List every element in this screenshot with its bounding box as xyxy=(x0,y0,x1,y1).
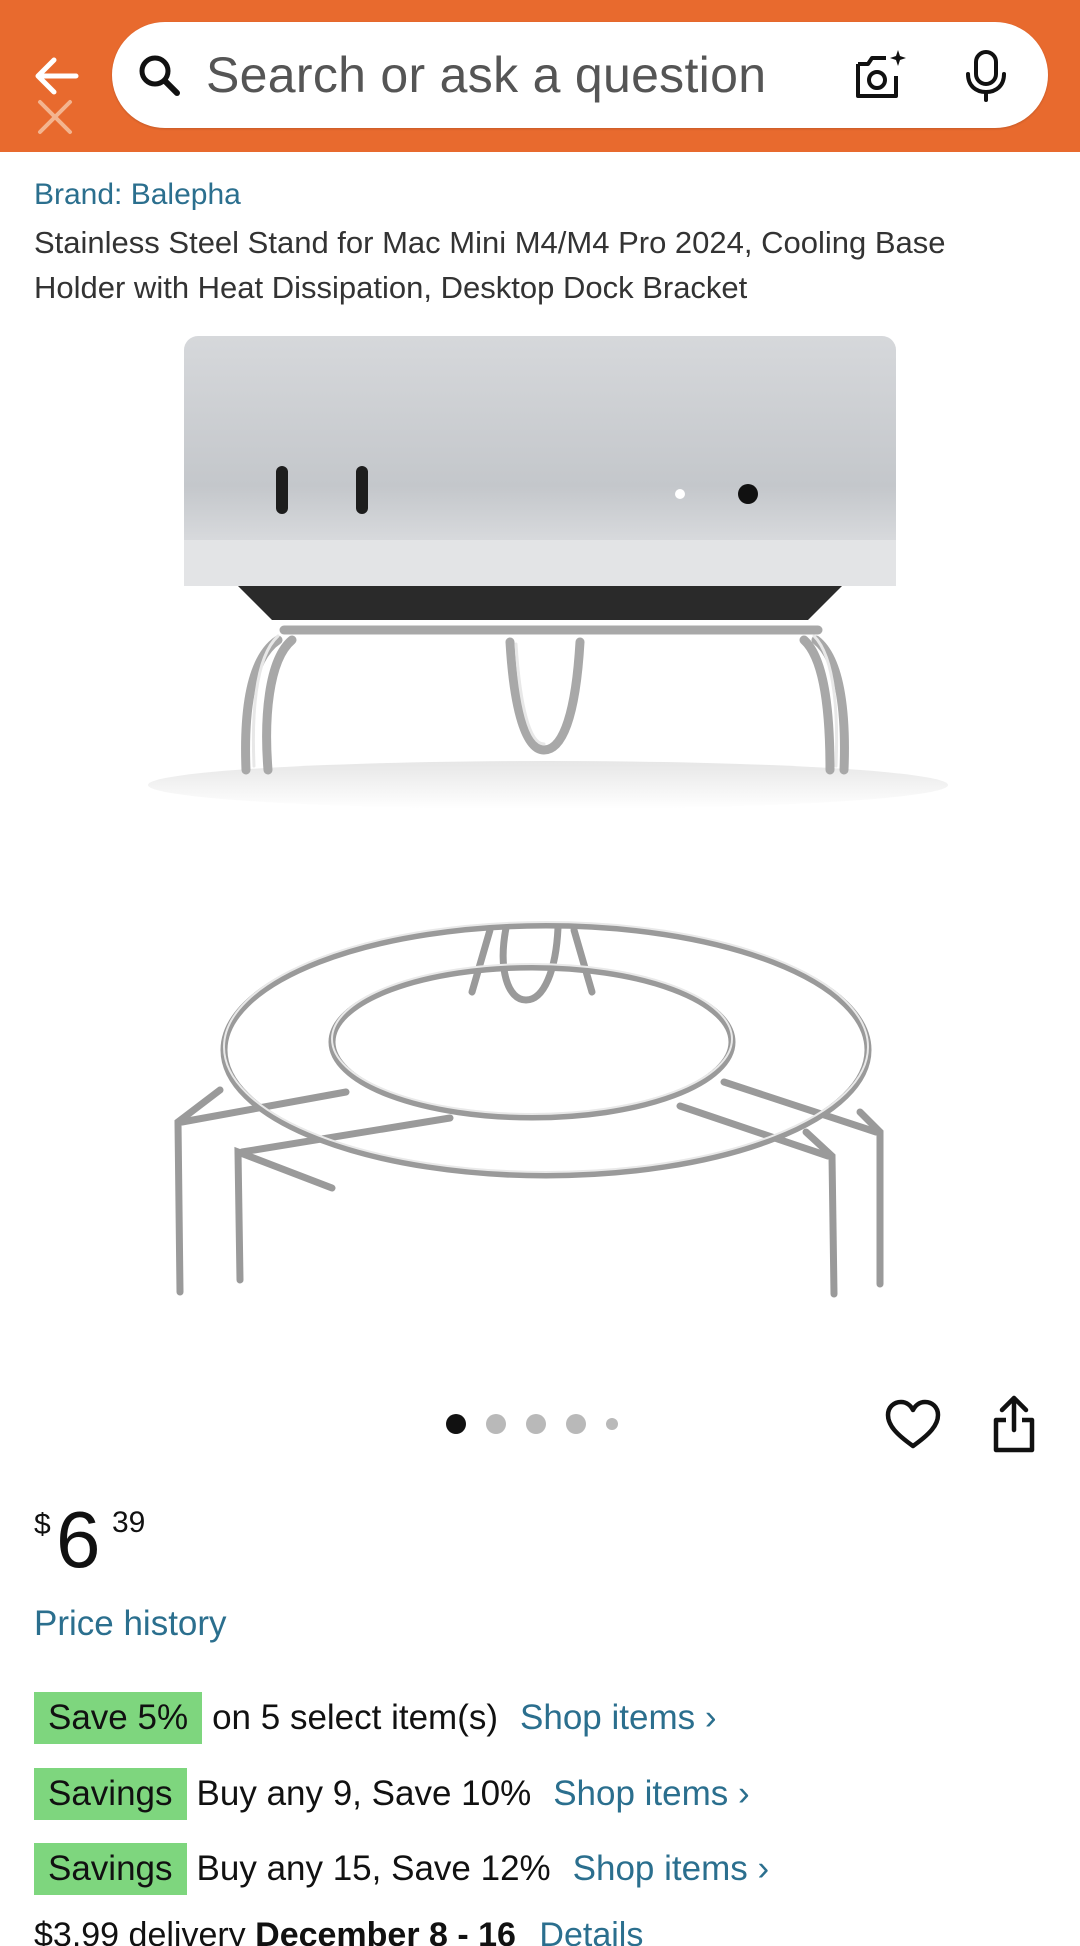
price-symbol: $ xyxy=(34,1508,51,1541)
price-whole: 6 xyxy=(56,1495,101,1584)
heart-icon[interactable] xyxy=(884,1396,942,1454)
top-bar: Search or ask a question xyxy=(0,0,1080,152)
savings-badge: Savings xyxy=(34,1768,187,1820)
product-title: Stainless Steel Stand for Mac Mini M4/M4… xyxy=(34,225,946,305)
savings-row: Save 5% on 5 select item(s) Shop items › xyxy=(34,1692,717,1744)
price-fraction: 39 xyxy=(112,1506,146,1539)
microphone-icon[interactable] xyxy=(964,48,1008,104)
shop-items-link[interactable]: Shop items › xyxy=(553,1774,749,1814)
product-image-secondary xyxy=(174,921,884,1298)
pager-dot-3[interactable] xyxy=(526,1414,546,1434)
savings-text: Buy any 9, Save 10% xyxy=(196,1774,532,1813)
back-arrow-icon[interactable] xyxy=(28,50,84,140)
delivery-details-link[interactable]: Details xyxy=(539,1916,643,1946)
search-icon xyxy=(139,55,180,96)
pager-dot-5[interactable] xyxy=(606,1418,618,1430)
savings-badge: Save 5% xyxy=(34,1692,203,1744)
delivery-info: $3.99 delivery December 8 - 16 Details xyxy=(34,1916,643,1946)
savings-badge: Savings xyxy=(34,1843,187,1895)
image-pager[interactable] xyxy=(446,1412,618,1436)
search-bar[interactable]: Search or ask a question xyxy=(112,22,1048,128)
price-history-link[interactable]: Price history xyxy=(34,1604,227,1644)
shop-items-link[interactable]: Shop items › xyxy=(520,1698,716,1738)
delivery-cost: $3.99 delivery xyxy=(34,1916,246,1946)
savings-text: Buy any 15, Save 12% xyxy=(196,1849,551,1888)
pager-dot-4[interactable] xyxy=(566,1414,586,1434)
pager-dot-2[interactable] xyxy=(486,1414,506,1434)
search-input[interactable]: Search or ask a question xyxy=(206,46,766,104)
product-image[interactable] xyxy=(128,330,958,820)
camera-icon[interactable] xyxy=(852,48,908,104)
delivery-date: December 8 - 16 xyxy=(255,1916,516,1946)
savings-row: Savings Buy any 15, Save 12% Shop items … xyxy=(34,1843,769,1895)
shop-items-link[interactable]: Shop items › xyxy=(573,1849,769,1889)
savings-row: Savings Buy any 9, Save 10% Shop items › xyxy=(34,1768,750,1820)
pager-dot-1[interactable] xyxy=(446,1414,466,1434)
brand-link[interactable]: Brand: Balepha xyxy=(34,178,241,212)
share-icon[interactable] xyxy=(990,1394,1038,1454)
savings-text: on 5 select item(s) xyxy=(212,1698,499,1737)
